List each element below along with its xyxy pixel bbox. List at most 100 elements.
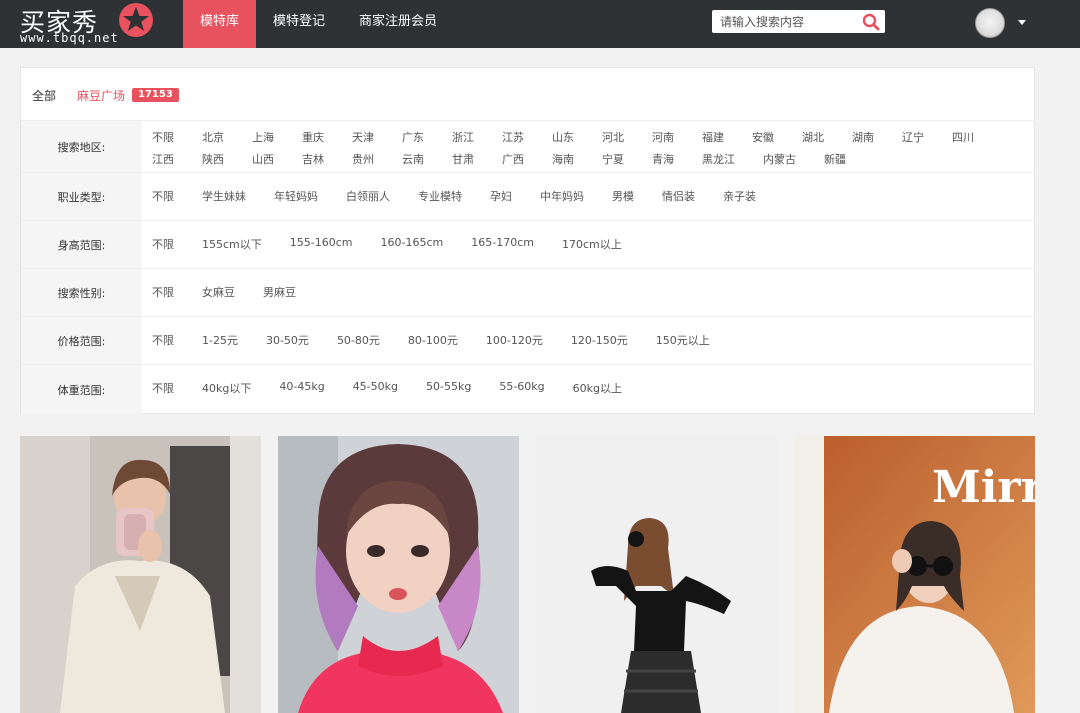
filter-option[interactable]: 重庆 (302, 129, 324, 145)
filter-option[interactable]: 男麻豆 (263, 284, 296, 300)
filter-options: 不限 学生妹妹 年轻妈妈 白领丽人 专业模特 孕妇 中年妈妈 男模 情侣装 亲子装 (152, 188, 1014, 204)
model-card[interactable] (20, 436, 261, 713)
filter-option[interactable]: 中年妈妈 (540, 188, 584, 204)
filter-option[interactable]: 上海 (252, 129, 274, 145)
filter-option[interactable]: 广东 (402, 129, 424, 145)
filter-option[interactable]: 40-45kg (279, 380, 324, 396)
filter-option[interactable]: 情侣装 (662, 188, 695, 204)
filter-options: 不限 40kg以下 40-45kg 45-50kg 50-55kg 55-60kg 60kg… (152, 380, 1014, 396)
filter-row-occupation: 职业类型: 不限 学生妹妹 年轻妈妈 白领丽人 专业模特 孕妇 中年妈妈 男模 情侣装 亲子装 (21, 173, 1034, 221)
filter-label: 职业类型: (21, 173, 142, 220)
filter-option[interactable]: 四川 (952, 129, 974, 145)
search-input[interactable] (712, 10, 857, 33)
filter-label: 身高范围: (21, 221, 142, 268)
nav-model-register[interactable]: 模特登记 (256, 0, 342, 48)
filter-option[interactable]: 45-50kg (353, 380, 398, 396)
filter-option[interactable]: 不限 (152, 129, 174, 145)
filter-option[interactable]: 120-150元 (571, 332, 628, 348)
breadcrumb-all[interactable]: 全部 (32, 87, 56, 104)
filter-option[interactable]: 青海 (652, 151, 674, 167)
model-card[interactable] (536, 436, 777, 713)
nav-merchant-signup[interactable]: 商家注册会员 (342, 0, 454, 48)
photo-sign-text: Mirr (932, 462, 1035, 513)
filter-option[interactable]: 浙江 (452, 129, 474, 145)
filter-option[interactable]: 贵州 (352, 151, 374, 167)
filter-option[interactable]: 不限 (152, 236, 174, 252)
filter-option[interactable]: 年轻妈妈 (274, 188, 318, 204)
search-box (712, 10, 885, 33)
filter-option[interactable]: 安徽 (752, 129, 774, 145)
filter-option[interactable]: 155-160cm (290, 236, 353, 252)
filter-option[interactable]: 宁夏 (602, 151, 624, 167)
filter-option[interactable]: 150元以上 (656, 332, 710, 348)
filter-option[interactable]: 新疆 (824, 151, 846, 167)
filter-option[interactable]: 河北 (602, 129, 624, 145)
filter-option[interactable]: 165-170cm (471, 236, 534, 252)
filter-option[interactable]: 广西 (502, 151, 524, 167)
filter-option[interactable]: 30-50元 (266, 332, 309, 348)
filter-option[interactable]: 辽宁 (902, 129, 924, 145)
model-photo (20, 436, 261, 713)
breadcrumb: 全部 麻豆广场 17153 (21, 68, 1034, 121)
filter-option[interactable]: 50-80元 (337, 332, 380, 348)
filter-option[interactable]: 女麻豆 (202, 284, 235, 300)
filter-option[interactable]: 1-25元 (202, 332, 238, 348)
filter-option[interactable]: 不限 (152, 332, 174, 348)
filter-option[interactable]: 80-100元 (408, 332, 458, 348)
filter-option[interactable]: 不限 (152, 284, 174, 300)
filter-option[interactable]: 40kg以下 (202, 380, 251, 396)
site-logo[interactable]: 买家秀 www.tbqq.net (20, 0, 160, 48)
filter-option[interactable]: 100-120元 (486, 332, 543, 348)
filter-option[interactable]: 55-60kg (499, 380, 544, 396)
nav-model-library[interactable]: 模特库 (183, 0, 257, 48)
filter-option[interactable]: 云南 (402, 151, 424, 167)
filter-option[interactable]: 60kg以上 (573, 380, 622, 396)
filter-options: 不限 女麻豆 男麻豆 (152, 284, 1014, 300)
filter-row-gender: 搜索性别: 不限 女麻豆 男麻豆 (21, 269, 1034, 317)
model-card[interactable] (278, 436, 519, 713)
filter-option[interactable]: 专业模特 (418, 188, 462, 204)
filter-panel: 全部 麻豆广场 17153 搜索地区: 不限 北京 上海 重庆 天津 广东 浙江 江苏 山东 河北 河… (20, 67, 1035, 414)
filter-option[interactable]: 不限 (152, 380, 174, 396)
logo-url-text: www.tbqq.net (20, 31, 119, 45)
model-card[interactable]: Mirr (794, 436, 1035, 713)
filter-option[interactable]: 甘肃 (452, 151, 474, 167)
count-badge: 17153 (132, 88, 179, 102)
filter-option[interactable]: 黑龙江 (702, 151, 735, 167)
filter-option[interactable]: 江苏 (502, 129, 524, 145)
star-icon (119, 3, 153, 37)
filter-option[interactable]: 福建 (702, 129, 724, 145)
filter-option[interactable]: 江西 (152, 151, 174, 167)
filter-label: 搜索性别: (21, 269, 142, 316)
filter-row-region: 搜索地区: 不限 北京 上海 重庆 天津 广东 浙江 江苏 山东 河北 河南 福建 安徽 湖北 湖南 辽宁 四川江… (21, 121, 1034, 173)
filter-option[interactable]: 50-55kg (426, 380, 471, 396)
filter-option[interactable]: 吉林 (302, 151, 324, 167)
filter-option[interactable]: 内蒙古 (763, 151, 796, 167)
filter-label: 价格范围: (21, 317, 142, 364)
filter-option[interactable]: 男模 (612, 188, 634, 204)
filter-option[interactable]: 不限 (152, 188, 174, 204)
model-photo (278, 436, 519, 713)
filter-option[interactable]: 河南 (652, 129, 674, 145)
breadcrumb-current[interactable]: 麻豆广场 (77, 87, 125, 104)
filter-option[interactable]: 湖南 (852, 129, 874, 145)
filter-option[interactable]: 亲子装 (723, 188, 756, 204)
filter-option[interactable]: 155cm以下 (202, 236, 262, 252)
filter-option[interactable]: 北京 (202, 129, 224, 145)
filter-option[interactable]: 天津 (352, 129, 374, 145)
filter-option[interactable]: 陕西 (202, 151, 224, 167)
filter-options: 不限 1-25元 30-50元 50-80元 80-100元 100-120元 120-15… (152, 332, 1014, 348)
filter-option[interactable]: 170cm以上 (562, 236, 622, 252)
filter-option[interactable]: 海南 (552, 151, 574, 167)
search-icon[interactable] (861, 12, 881, 32)
filter-option[interactable]: 孕妇 (490, 188, 512, 204)
filter-option[interactable]: 湖北 (802, 129, 824, 145)
user-avatar[interactable] (975, 8, 1005, 38)
chevron-down-icon[interactable] (1018, 20, 1026, 25)
filter-option[interactable]: 山西 (252, 151, 274, 167)
filter-option[interactable]: 学生妹妹 (202, 188, 246, 204)
filter-option[interactable]: 白领丽人 (346, 188, 390, 204)
filter-option[interactable]: 山东 (552, 129, 574, 145)
filter-option[interactable]: 160-165cm (381, 236, 444, 252)
filter-options: 不限 155cm以下 155-160cm 160-165cm 165-170cm 170c… (152, 236, 1014, 252)
